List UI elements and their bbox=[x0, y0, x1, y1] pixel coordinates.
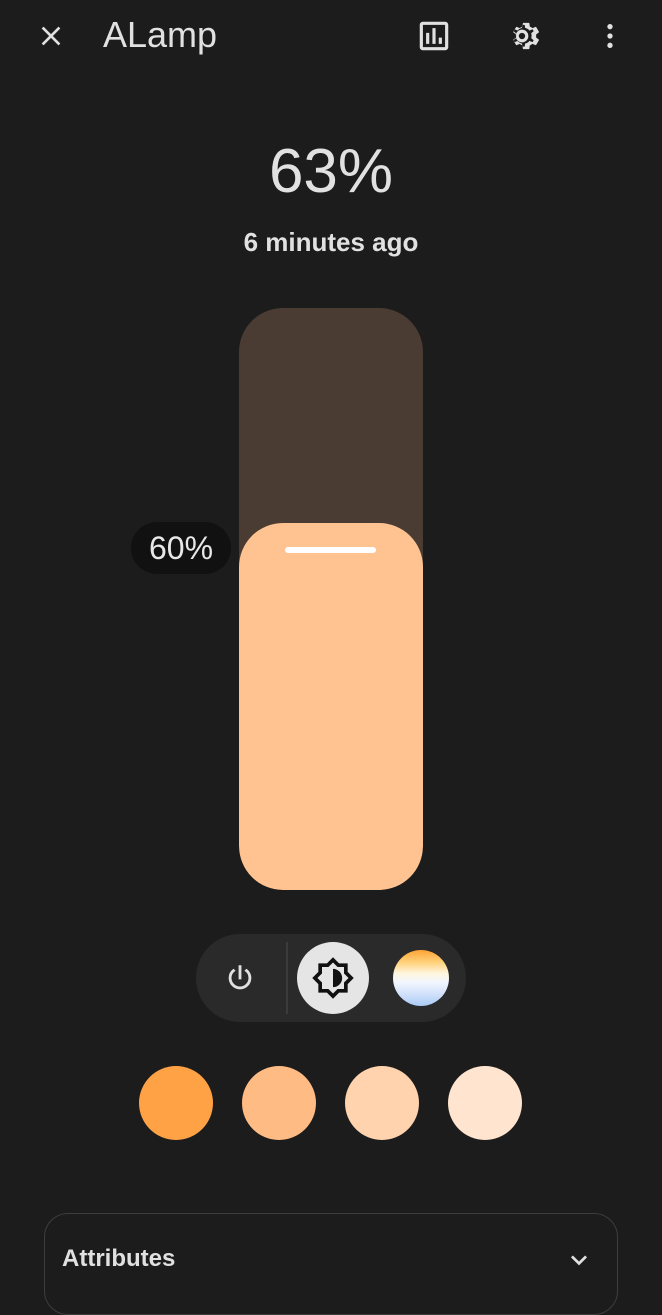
more-options-button[interactable] bbox=[582, 8, 638, 64]
brightness-slider[interactable] bbox=[239, 308, 423, 890]
mode-divider bbox=[286, 942, 288, 1014]
attributes-expander[interactable]: Attributes bbox=[44, 1213, 618, 1315]
close-icon bbox=[41, 26, 61, 46]
power-icon bbox=[228, 965, 252, 990]
chart-box-icon bbox=[419, 21, 449, 51]
entity-state: 63% bbox=[268, 137, 394, 206]
close-button[interactable] bbox=[23, 8, 79, 64]
last-changed: 6 minutes ago bbox=[243, 227, 419, 257]
brightness-slider-handle[interactable] bbox=[285, 547, 376, 554]
mode-control-bar bbox=[196, 934, 466, 1022]
favorite-color-1[interactable] bbox=[139, 1066, 213, 1140]
favorite-color-2[interactable] bbox=[242, 1066, 316, 1140]
brightness-slider-fill bbox=[239, 523, 423, 890]
power-toggle-button[interactable] bbox=[204, 942, 276, 1014]
gear-icon bbox=[513, 22, 540, 50]
favorite-color-3[interactable] bbox=[345, 1066, 419, 1140]
dots-vertical-icon bbox=[607, 24, 613, 48]
dialog-title: ALamp bbox=[103, 14, 218, 55]
brightness-contrast-icon bbox=[312, 957, 354, 999]
chevron-down-icon bbox=[563, 1244, 595, 1276]
settings-button[interactable] bbox=[494, 8, 550, 64]
color-temperature-swatch bbox=[393, 950, 449, 1006]
attributes-label: Attributes bbox=[62, 1245, 176, 1272]
color-temp-mode-button[interactable] bbox=[385, 942, 457, 1014]
history-button[interactable] bbox=[406, 8, 462, 64]
brightness-mode-button[interactable] bbox=[297, 942, 369, 1014]
brightness-tooltip: 60% bbox=[131, 522, 231, 574]
favorite-color-4[interactable] bbox=[448, 1066, 522, 1140]
